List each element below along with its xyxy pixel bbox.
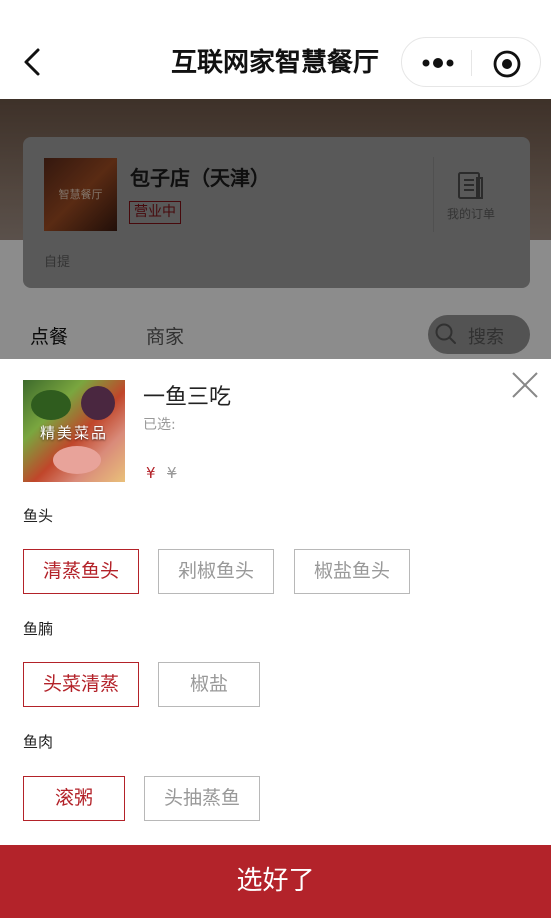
option-chip[interactable]: 椒盐	[158, 662, 260, 707]
dish-name: 一鱼三吃	[143, 385, 232, 410]
option-chip[interactable]: 头抽蒸鱼	[144, 776, 260, 821]
dish-image-vegetable	[31, 390, 71, 420]
option-chip[interactable]: 剁椒鱼头	[158, 549, 274, 594]
confirm-button[interactable]: 选好了	[0, 845, 551, 918]
close-icon[interactable]	[510, 370, 540, 400]
option-group-title: 鱼腩	[23, 620, 54, 638]
option-chip[interactable]: 椒盐鱼头	[294, 549, 410, 594]
dish-original-price: ¥	[167, 464, 177, 482]
option-chip[interactable]: 滚粥	[23, 776, 125, 821]
dish-options-sheet: 精美菜品 一鱼三吃 已选: ¥ ¥ 鱼头 清蒸鱼头 剁椒鱼头 椒盐鱼头 鱼腩 头…	[0, 359, 551, 845]
dish-image: 精美菜品	[23, 380, 125, 482]
dish-price: ¥	[146, 464, 156, 482]
close-program-icon[interactable]	[492, 49, 522, 79]
back-arrow-icon[interactable]	[18, 44, 46, 80]
mini-program-capsule	[401, 37, 541, 87]
modal-overlay[interactable]	[0, 99, 551, 359]
more-icon[interactable]	[418, 50, 458, 76]
option-chip[interactable]: 头菜清蒸	[23, 662, 139, 707]
dish-image-eggplant	[81, 386, 115, 420]
dish-image-meat	[53, 446, 101, 474]
navigation-bar: 互联网家智慧餐厅	[0, 0, 551, 99]
selected-options-label: 已选:	[143, 417, 176, 433]
option-chip[interactable]: 清蒸鱼头	[23, 549, 139, 594]
capsule-divider	[471, 50, 472, 76]
page-title: 互联网家智慧餐厅	[170, 48, 379, 78]
option-group-title: 鱼肉	[23, 733, 54, 751]
option-group-title: 鱼头	[23, 507, 54, 525]
dish-image-tag: 精美菜品	[39, 424, 108, 442]
